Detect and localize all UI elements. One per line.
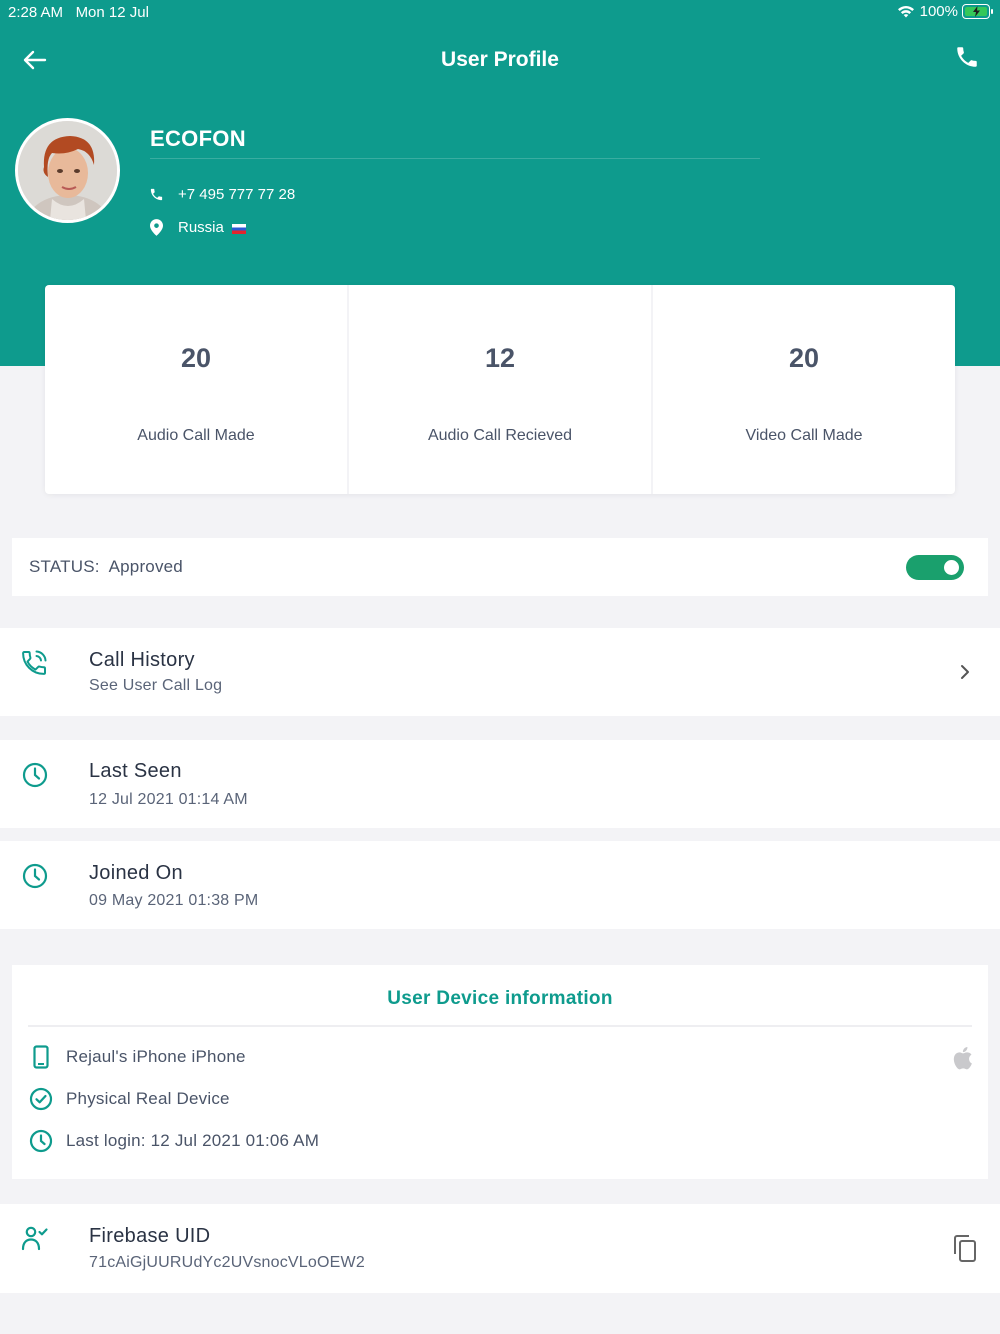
last-seen-row: Last Seen 12 Jul 2021 01:14 AM: [0, 740, 1000, 828]
call-history-subtitle: See User Call Log: [89, 677, 223, 694]
status-label: STATUS:: [29, 557, 100, 576]
wifi-icon: [897, 5, 914, 18]
phone-calls-icon: [22, 650, 47, 675]
device-name-row: Rejaul's iPhone iPhone: [29, 1045, 246, 1069]
avatar: [15, 118, 120, 223]
last-login: Last login: 12 Jul 2021 01:06 AM: [66, 1131, 320, 1150]
name-divider: [150, 158, 760, 159]
last-login-row: Last login: 12 Jul 2021 01:06 AM: [29, 1129, 319, 1153]
call-history-row[interactable]: Call History See User Call Log: [0, 628, 1000, 716]
check-circle-icon: [29, 1087, 53, 1111]
stat-value: 12: [484, 343, 516, 373]
location-pin-icon: [148, 219, 164, 236]
joined-on-value: 09 May 2021 01:38 PM: [89, 892, 259, 909]
profile-country: Russia: [178, 219, 224, 236]
russia-flag-icon: [231, 223, 246, 234]
stat-value: 20: [180, 343, 212, 373]
stat-value: 20: [788, 343, 820, 373]
firebase-uid-row: Firebase UID 71cAiGjUURUdYc2UVsnocVLoOEW…: [0, 1204, 1000, 1293]
clock-icon: [22, 762, 48, 788]
status-text: STATUS: Approved: [29, 557, 183, 577]
status-time-text: 2:28 AM: [8, 4, 64, 21]
firebase-uid-title: Firebase UID: [89, 1225, 211, 1247]
copy-button[interactable]: [952, 1234, 978, 1264]
copy-icon: [954, 1235, 976, 1262]
phone-icon: [957, 47, 977, 67]
device-type: Physical Real Device: [66, 1089, 230, 1108]
status-right: 100%: [896, 3, 993, 20]
stat-audio-received: 12 Audio Call Recieved: [349, 285, 653, 494]
firebase-uid-value: 71cAiGjUURUdYc2UVsnocVLoOEW2: [89, 1254, 365, 1271]
nav-bar: User Profile: [0, 38, 1000, 82]
apple-logo-icon: [953, 1046, 972, 1070]
clock-icon: [29, 1129, 53, 1153]
battery-percent: 100%: [919, 3, 958, 20]
toggle-knob: [944, 560, 959, 575]
last-seen-title: Last Seen: [89, 760, 182, 782]
status-date-text: Mon 12 Jul: [75, 4, 149, 21]
status-bar: 2:28 AM Mon 12 Jul 100%: [0, 0, 1000, 26]
page-title: User Profile: [441, 48, 559, 71]
joined-on-row: Joined On 09 May 2021 01:38 PM: [0, 841, 1000, 929]
battery-icon: [962, 4, 993, 19]
device-info-card: User Device information Rejaul's iPhone …: [12, 965, 988, 1179]
user-check-icon: [21, 1226, 48, 1251]
joined-on-title: Joined On: [89, 862, 183, 884]
profile-phone-row: +7 495 777 77 28: [148, 186, 295, 203]
last-seen-value: 12 Jul 2021 01:14 AM: [89, 791, 248, 808]
device-name: Rejaul's iPhone iPhone: [66, 1047, 246, 1066]
call-button[interactable]: [954, 44, 980, 72]
device-type-row: Physical Real Device: [29, 1087, 230, 1111]
stat-video-made: 20 Video Call Made: [653, 285, 955, 494]
profile-name: ECOFON: [150, 126, 246, 151]
chevron-right-icon: [961, 665, 969, 679]
status-time: 2:28 AM Mon 12 Jul: [8, 4, 149, 21]
stat-label: Audio Call Recieved: [427, 427, 573, 444]
status-toggle[interactable]: [906, 555, 964, 580]
device-info-title: User Device information: [387, 988, 613, 1009]
phone-small-icon: [148, 187, 164, 203]
call-history-title: Call History: [89, 649, 195, 671]
stat-audio-made: 20 Audio Call Made: [45, 285, 349, 494]
status-card: STATUS: Approved: [12, 538, 988, 596]
clock-icon: [22, 863, 48, 889]
device-divider: [28, 1025, 972, 1027]
status-value: Approved: [108, 557, 183, 576]
stats-card: 20 Audio Call Made 12 Audio Call Recieve…: [45, 285, 955, 494]
stat-label: Video Call Made: [745, 427, 863, 444]
stat-label: Audio Call Made: [137, 427, 255, 444]
profile-country-row: Russia: [148, 219, 246, 236]
smartphone-icon: [29, 1045, 53, 1069]
arrow-left-icon: [23, 50, 47, 70]
profile-phone: +7 495 777 77 28: [178, 186, 296, 203]
back-button[interactable]: [20, 46, 50, 74]
